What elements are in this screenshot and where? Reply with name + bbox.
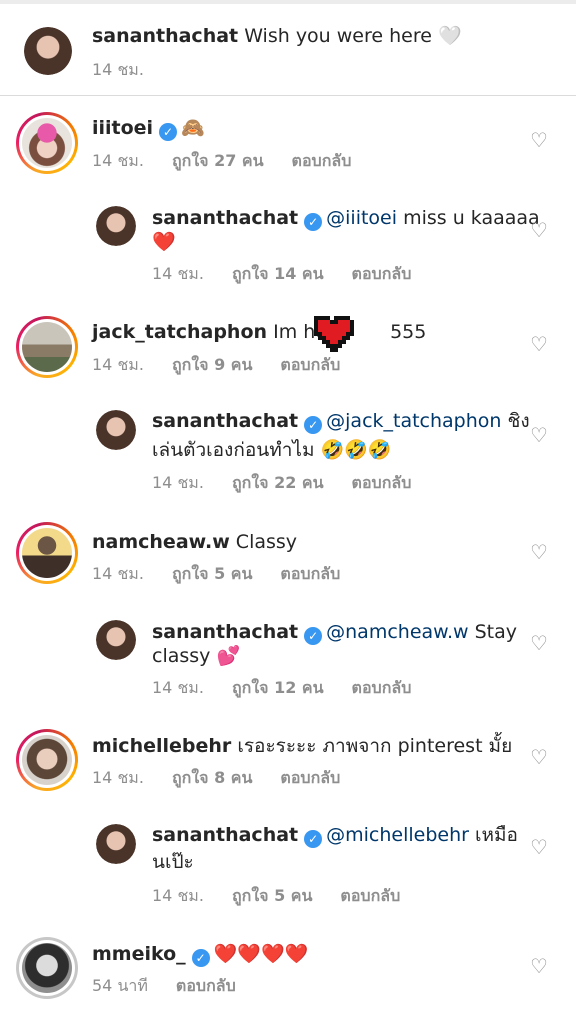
comment-time: 14 ชม.	[152, 886, 204, 905]
comment-username[interactable]: jack_tatchaphon	[92, 321, 267, 343]
comment-text-line2: เล่นตัวเองก่อนทำไม 🤣🤣🤣	[152, 439, 392, 461]
heart-outline-icon[interactable]: ♡	[528, 541, 550, 563]
comment-username[interactable]: sananthachat	[152, 621, 298, 643]
heart-outline-icon[interactable]: ♡	[528, 219, 550, 241]
likes-count[interactable]: ถูกใจ 5 คน	[172, 564, 252, 583]
avatar[interactable]	[16, 112, 78, 174]
comment-username[interactable]: iiitoei	[92, 117, 153, 139]
avatar[interactable]	[24, 27, 72, 75]
likes-count[interactable]: ถูกใจ 27 คน	[172, 151, 264, 170]
red-hearts-text: ❤️❤️❤️❤️	[213, 943, 309, 965]
avatar[interactable]	[16, 729, 78, 791]
caption-time: 14 ชม.	[92, 60, 144, 79]
comment-text: Stay	[474, 621, 517, 643]
heart-outline-icon[interactable]: ♡	[528, 632, 550, 654]
comment-text: 🙈	[181, 117, 205, 139]
heart-outline-icon[interactable]: ♡	[528, 955, 550, 977]
comment-time: 54 นาที	[92, 976, 148, 995]
mention-link[interactable]: @iiitoei	[326, 207, 397, 229]
pixel-heart-sticker	[314, 316, 354, 352]
comment-time: 14 ชม.	[152, 264, 204, 283]
reply-button[interactable]: ตอบกลับ	[176, 976, 236, 995]
mention-link[interactable]: @jack_tatchaphon	[326, 410, 501, 432]
comment-username[interactable]: namcheaw.w	[92, 531, 230, 553]
reply-button[interactable]: ตอบกลับ	[352, 264, 412, 283]
likes-count[interactable]: ถูกใจ 5 คน	[232, 886, 312, 905]
reply-button[interactable]: ตอบกลับ	[292, 151, 352, 170]
comment-username[interactable]: sananthachat	[152, 824, 298, 846]
comment-text: Classy	[235, 531, 298, 553]
likes-count[interactable]: ถูกใจ 22 คน	[232, 473, 324, 492]
comment-time: 14 ชม.	[152, 473, 204, 492]
comment-text-line2: นเป๊ะ	[152, 851, 194, 873]
caption-text: Wish you were here	[244, 25, 432, 47]
avatar[interactable]	[96, 824, 136, 864]
avatar[interactable]	[16, 316, 78, 378]
comment-time: 14 ชม.	[92, 151, 144, 170]
comment-time: 14 ชม.	[92, 768, 144, 787]
caption-divider	[0, 95, 576, 96]
comment-time: 14 ชม.	[152, 678, 204, 697]
caption-username[interactable]: sananthachat	[92, 25, 238, 47]
avatar[interactable]	[16, 937, 78, 999]
heart-outline-icon[interactable]: ♡	[528, 836, 550, 858]
reply-button[interactable]: ตอบกลับ	[340, 886, 400, 905]
avatar[interactable]	[96, 620, 136, 660]
comment-text: เรอะระะะ ภาพจาก pinterest มั้ย	[237, 735, 513, 757]
comment-text: เหมือ	[475, 824, 518, 846]
verified-badge-icon: ✓	[159, 123, 178, 141]
heart-outline-icon[interactable]: ♡	[528, 424, 550, 446]
likes-count[interactable]: ถูกใจ 9 คน	[172, 355, 252, 374]
comment-text: miss u kaaaaa	[403, 207, 540, 229]
verified-badge-icon: ✓	[191, 949, 210, 967]
mention-link[interactable]: @michellebehr	[326, 824, 469, 846]
verified-badge-icon: ✓	[304, 213, 323, 231]
red-heart-icon: ❤️	[152, 231, 176, 253]
heart-outline-icon[interactable]: ♡	[528, 333, 550, 355]
comment-text: ชิง	[507, 410, 530, 432]
heart-outline-icon[interactable]: ♡	[528, 746, 550, 768]
comment-text-suffix: 555	[390, 321, 427, 343]
heart-outline-icon[interactable]: ♡	[528, 129, 550, 151]
likes-count[interactable]: ถูกใจ 14 คน	[232, 264, 324, 283]
comment-username[interactable]: sananthachat	[152, 410, 298, 432]
reply-button[interactable]: ตอบกลับ	[352, 473, 412, 492]
avatar[interactable]	[96, 206, 136, 246]
comment-text-line2: classy 💕	[152, 645, 241, 667]
avatar[interactable]	[96, 410, 136, 450]
comment-username[interactable]: michellebehr	[92, 735, 231, 757]
likes-count[interactable]: ถูกใจ 8 คน	[172, 768, 252, 787]
comment-time: 14 ชม.	[92, 355, 144, 374]
comment-username[interactable]: sananthachat	[152, 207, 298, 229]
mention-link[interactable]: @namcheaw.w	[326, 621, 468, 643]
likes-count[interactable]: ถูกใจ 12 คน	[232, 678, 324, 697]
reply-button[interactable]: ตอบกลับ	[352, 678, 412, 697]
reply-button[interactable]: ตอบกลับ	[280, 355, 340, 374]
avatar[interactable]	[16, 522, 78, 584]
reply-button[interactable]: ตอบกลับ	[280, 564, 340, 583]
comment-username[interactable]: mmeiko_	[92, 943, 186, 965]
comment-time: 14 ชม.	[92, 564, 144, 583]
verified-badge-icon: ✓	[304, 830, 323, 848]
verified-badge-icon: ✓	[304, 627, 323, 645]
top-divider	[0, 0, 576, 4]
white-heart-icon: 🤍	[437, 25, 462, 47]
reply-button[interactable]: ตอบกลับ	[280, 768, 340, 787]
verified-badge-icon: ✓	[304, 416, 323, 434]
